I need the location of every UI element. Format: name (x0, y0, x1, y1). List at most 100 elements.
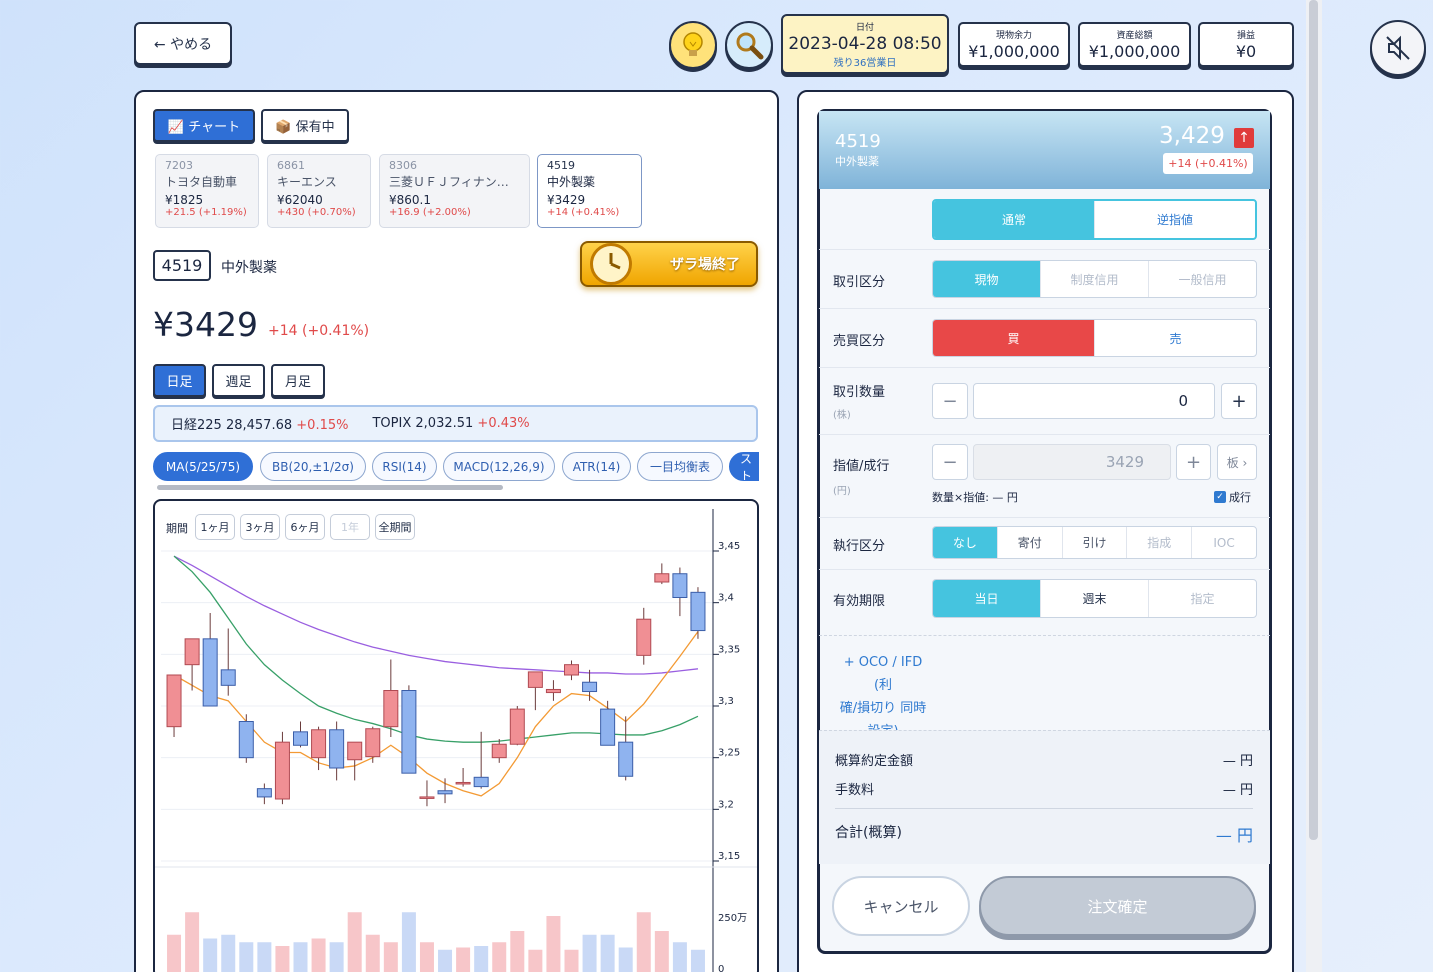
ticker-card-8306[interactable]: 8306 三菱ＵＦＪフィナン… ¥860.1 +16.9 (+2.00%) (379, 154, 530, 228)
trade-type-margin-general[interactable]: 一般信用 (1149, 261, 1256, 297)
indicator-ma[interactable]: MA(5/25/75) (153, 452, 253, 481)
indicator-rsi[interactable]: RSI(14) (372, 452, 437, 481)
volume-bar (293, 942, 308, 972)
mute-button[interactable] (1370, 20, 1426, 76)
side-label: 売買区分 (833, 334, 886, 349)
tab-weekly[interactable]: 週足 (212, 364, 265, 397)
qty-decrement[interactable]: − (932, 383, 968, 419)
indicator-stochastic[interactable]: スト (729, 452, 759, 481)
range-1m[interactable]: 1ヶ月 (195, 514, 235, 540)
ma-25-line (173, 555, 699, 743)
trade-type-cash[interactable]: 現物 (933, 261, 1041, 297)
candle (636, 618, 652, 656)
ticker-card-7203[interactable]: 7203 トヨタ自動車 ¥1825 +21.5 (+1.19%) (155, 154, 259, 228)
price-change: +14 (+0.41%) (268, 323, 370, 339)
total-assets: 資産総額 ¥1,000,000 (1078, 22, 1191, 67)
volume-bar (582, 934, 597, 972)
cancel-button[interactable]: キャンセル (832, 876, 970, 936)
trade-type-margin-system[interactable]: 制度信用 (1041, 261, 1149, 297)
exec-close[interactable]: 引け (1063, 527, 1128, 558)
topix-index: TOPIX 2,032.51 +0.43% (372, 416, 530, 431)
order-book-button[interactable]: 板 › (1217, 444, 1257, 480)
candle (311, 729, 327, 759)
order-price-change: +14 (+0.41%) (1163, 153, 1253, 174)
volume-tick-label: 0 (718, 964, 724, 972)
tab-daily[interactable]: 日足 (153, 364, 206, 397)
candle (618, 741, 634, 777)
indicator-scrollbar[interactable] (157, 485, 503, 490)
candle (654, 573, 670, 583)
candle (545, 688, 561, 694)
qty-increment[interactable]: + (1221, 383, 1257, 419)
price-decrement[interactable]: − (932, 444, 968, 480)
tab-holdings[interactable]: 📦 保有中 (261, 109, 349, 142)
indicator-bb[interactable]: BB(20,±1/2σ) (260, 452, 366, 481)
volume-bar (221, 934, 236, 972)
indicator-macd[interactable]: MACD(12,26,9) (443, 452, 555, 481)
qty-input[interactable]: 0 (973, 383, 1215, 419)
indicator-ichimoku[interactable]: 一目均衡表 (637, 452, 723, 481)
candle (582, 681, 598, 693)
ticker-card-4519[interactable]: 4519 中外製薬 ¥3429 +14 (+0.41%) (537, 154, 642, 228)
candle (347, 741, 363, 761)
exec-funari[interactable]: 指成 (1127, 527, 1193, 558)
expiry-specify[interactable]: 指定 (1149, 580, 1256, 617)
volume-bar (600, 934, 615, 972)
tab-monthly[interactable]: 月足 (271, 364, 325, 397)
exec-none[interactable]: なし (933, 527, 998, 558)
quit-button[interactable]: ← やめる (134, 22, 232, 65)
ma-75-line (173, 555, 699, 675)
expiry-weekend[interactable]: 週末 (1041, 580, 1149, 617)
indicator-atr[interactable]: ATR(14) (562, 452, 631, 481)
expiry-label: 有効期限 (833, 594, 886, 609)
trade-type-label: 取引区分 (833, 275, 886, 290)
volume-tick-label: 250万 (718, 913, 747, 924)
range-6m[interactable]: 6ヶ月 (285, 514, 325, 540)
market-order-checkbox[interactable]: ✓ 成行 (1214, 489, 1251, 505)
page-scrollbar[interactable] (1309, 0, 1318, 840)
volume-bar (419, 942, 434, 972)
range-all[interactable]: 全期間 (375, 514, 415, 540)
exec-selector: なし 寄付 引け 指成 IOC (932, 526, 1257, 559)
exec-ioc[interactable]: IOC (1192, 527, 1256, 558)
profit-loss: 損益 ¥0 (1198, 22, 1294, 67)
volume-bar (329, 942, 344, 972)
chart-area: 3,45 3,4 3,35 3,3 3,25 3,2 3,15 250万 0 (153, 499, 759, 972)
candle (473, 776, 489, 788)
confirm-order-button[interactable]: 注文確定 (979, 876, 1256, 936)
expiry-today[interactable]: 当日 (933, 580, 1041, 617)
volume-bar (311, 938, 326, 972)
order-type-stop[interactable]: 逆指値 (1095, 201, 1255, 238)
order-type-toggle: 通常 逆指値 (932, 199, 1257, 240)
pnl-value: ¥0 (1235, 42, 1257, 61)
lightbulb-icon[interactable] (669, 21, 717, 69)
volume-bar (257, 942, 272, 972)
exec-open[interactable]: 寄付 (998, 527, 1063, 558)
speaker-mute-icon (1386, 35, 1410, 61)
order-type-normal[interactable]: 通常 (934, 201, 1095, 238)
volume-bar (167, 934, 182, 972)
volume-bar (510, 931, 525, 972)
date-value: 2023-04-28 08:50 (788, 34, 942, 54)
tab-chart[interactable]: 📈 チャート (153, 109, 255, 142)
range-3m[interactable]: 3ヶ月 (240, 514, 280, 540)
range-1y[interactable]: 1年 (330, 514, 370, 540)
y-tick-label: 3,2 (718, 799, 734, 810)
ticker-card-6861[interactable]: 6861 キーエンス ¥62040 +430 (+0.70%) (267, 154, 371, 228)
price-input[interactable]: 3429 (973, 444, 1171, 480)
expiry-selector: 当日 週末 指定 (932, 579, 1257, 618)
volume-bar (383, 942, 398, 972)
price-increment[interactable]: + (1176, 444, 1211, 480)
volume-bar (438, 949, 453, 972)
cash-label: 現物余力 (995, 31, 1032, 41)
candle (202, 638, 218, 707)
side-sell[interactable]: 売 (1095, 320, 1256, 356)
magnifier-icon[interactable] (725, 21, 773, 69)
candle (220, 669, 236, 686)
candle (437, 790, 453, 795)
volume-bar (456, 947, 471, 972)
total-row: 合計(概算) — 円 (835, 825, 1253, 845)
candle (564, 664, 579, 676)
cash-balance: 現物余力 ¥1,000,000 (958, 22, 1070, 67)
side-buy[interactable]: 買 (933, 320, 1095, 356)
